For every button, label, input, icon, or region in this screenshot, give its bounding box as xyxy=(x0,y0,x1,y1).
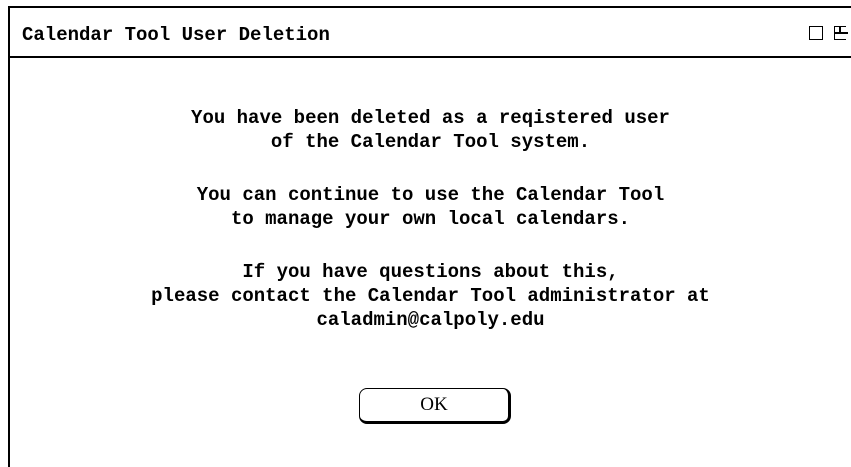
minimize-icon[interactable] xyxy=(809,26,823,40)
dialog-window: Calendar Tool User Deletion You have bee… xyxy=(8,6,851,467)
maximize-icon[interactable] xyxy=(834,26,848,40)
message-line: You can continue to use the Calendar Too… xyxy=(196,184,665,206)
window-title: Calendar Tool User Deletion xyxy=(22,24,330,46)
ok-button[interactable]: OK xyxy=(359,388,511,424)
message-line: If you have questions about this, xyxy=(242,261,619,283)
message-line: of the Calendar Tool system. xyxy=(270,131,591,153)
message-line: please contact the Calendar Tool adminis… xyxy=(151,285,710,307)
title-bar[interactable]: Calendar Tool User Deletion xyxy=(10,8,851,58)
admin-email: caladmin@calpoly.edu xyxy=(316,309,545,331)
message-line: to manage your own local calendars. xyxy=(230,208,631,230)
message-paragraph-deleted: You have been deleted as a reqistered us… xyxy=(10,106,851,154)
message-line: You have been deleted as a reqistered us… xyxy=(191,107,670,129)
message-paragraph-contact: If you have questions about this, please… xyxy=(10,260,851,332)
message-paragraph-continue: You can continue to use the Calendar Too… xyxy=(10,183,851,231)
